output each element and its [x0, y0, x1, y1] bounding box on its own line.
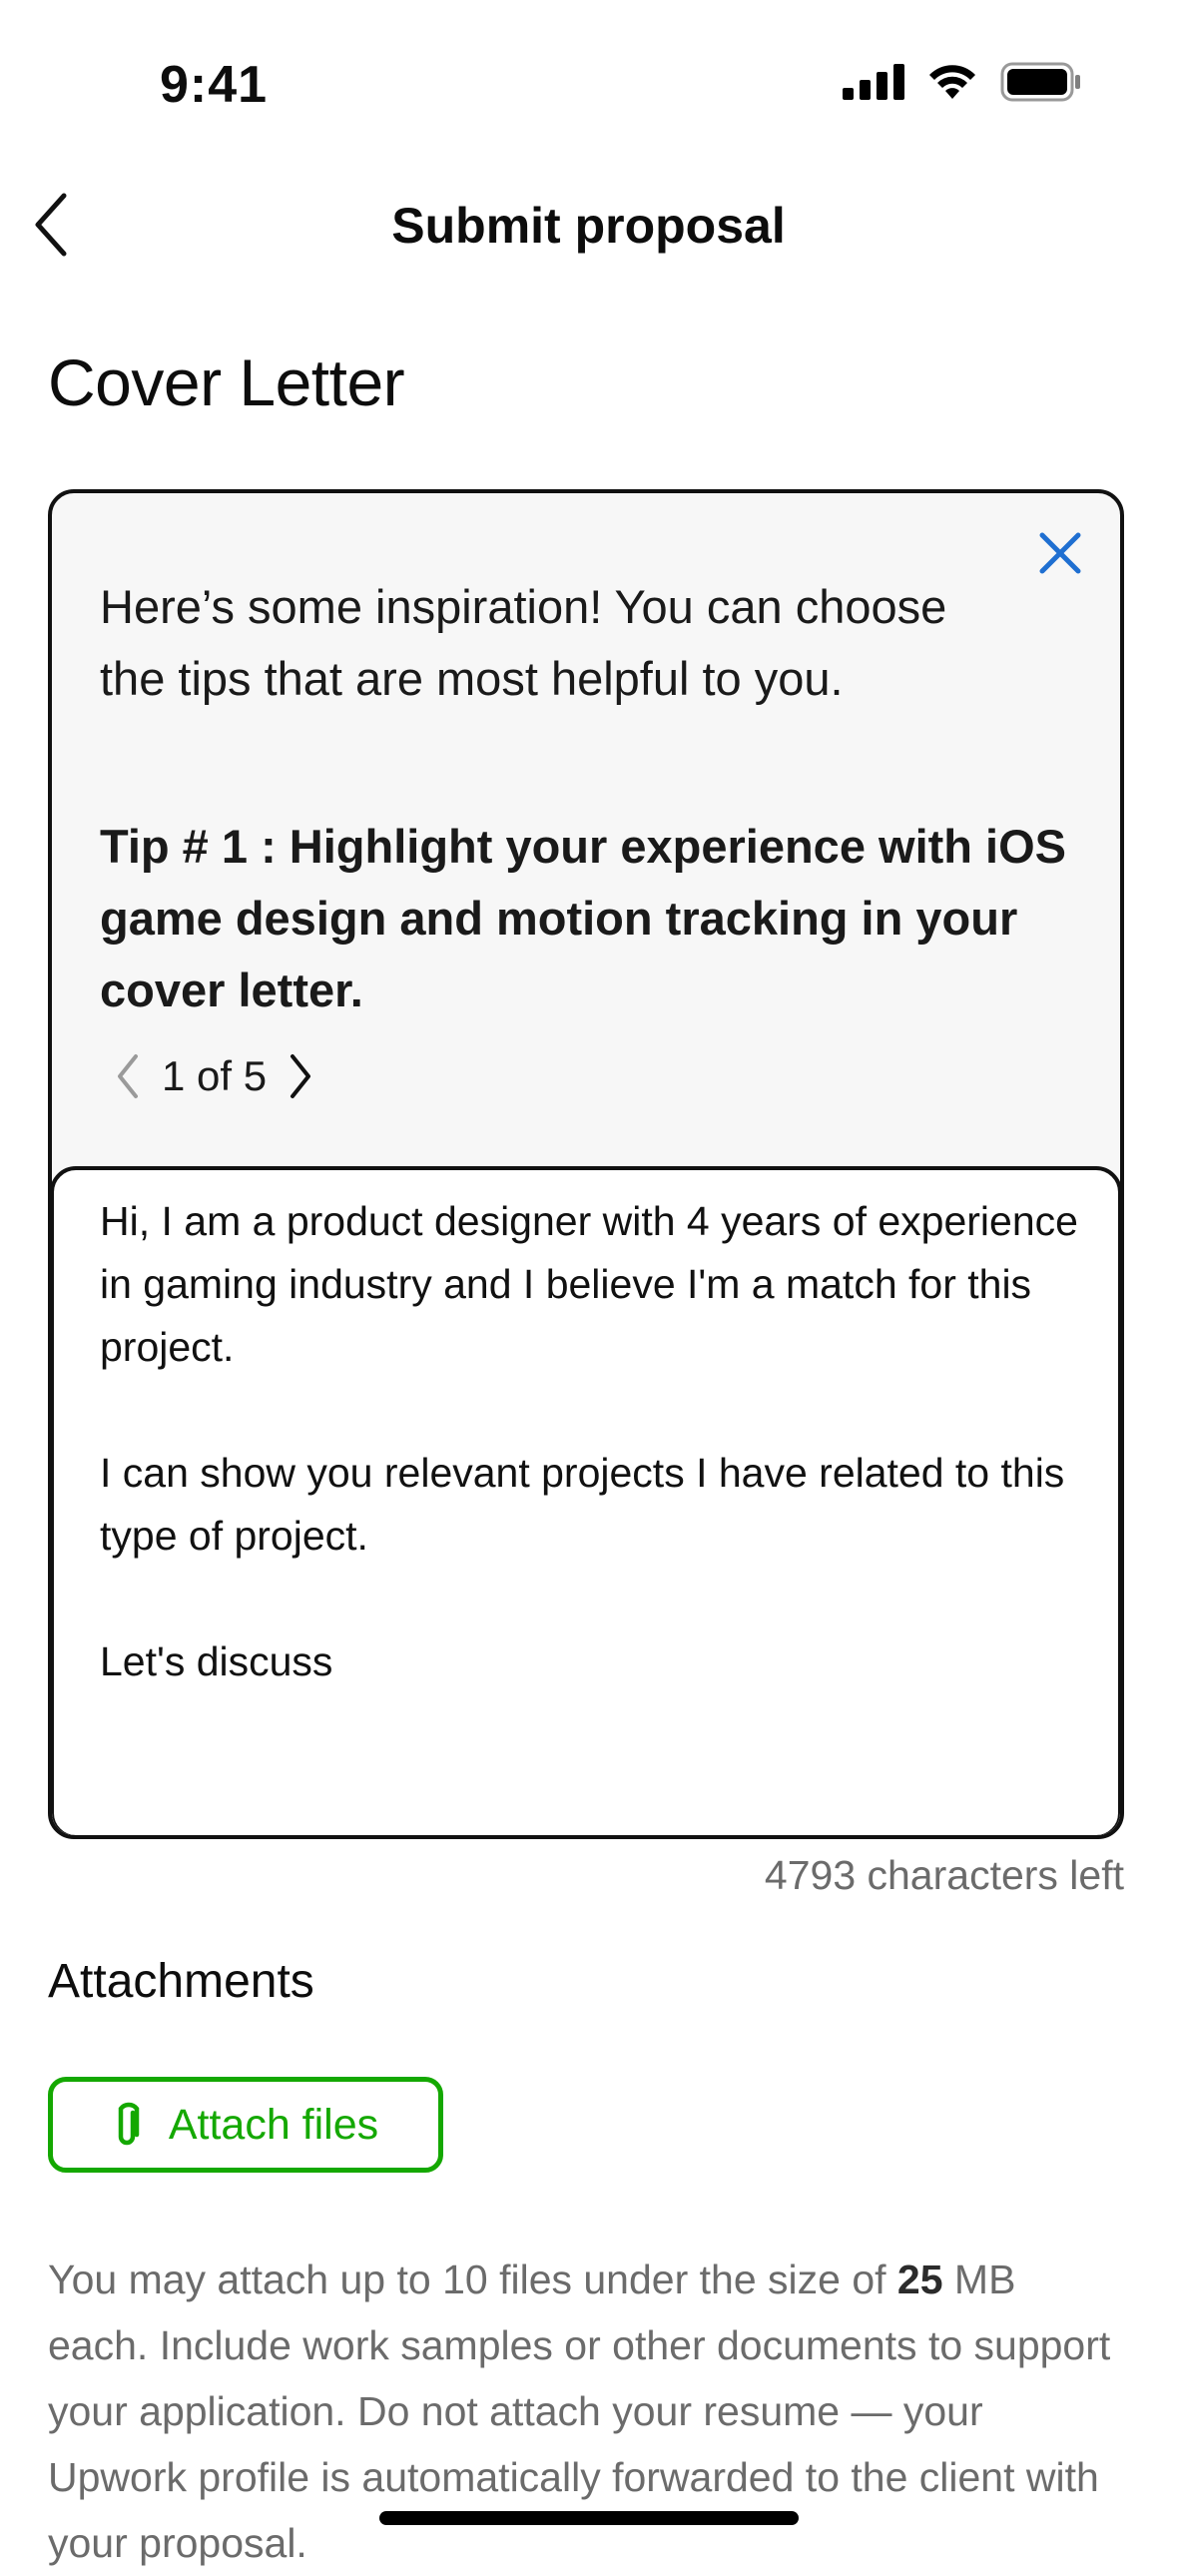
cover-letter-card: Here’s some inspiration! You can choose …	[48, 489, 1124, 1839]
status-icons	[843, 62, 1082, 102]
close-icon	[1039, 532, 1081, 574]
cover-letter-editor[interactable]: Hi, I am a product designer with 4 years…	[52, 1166, 1120, 1835]
tip-pager: 1 of 5	[114, 1052, 314, 1100]
cellular-signal-icon	[843, 64, 904, 100]
nav-title: Submit proposal	[391, 198, 786, 254]
tip-pager-label: 1 of 5	[162, 1052, 268, 1099]
paperclip-icon	[118, 2102, 140, 2146]
previous-tip-button[interactable]	[114, 1052, 142, 1100]
attachments-note: You may attach up to 10 files under the …	[48, 2247, 1126, 2576]
home-indicator	[379, 2511, 799, 2525]
wifi-icon	[929, 65, 975, 99]
attach-files-button[interactable]: Attach files	[48, 2077, 443, 2173]
page-title: Cover Letter	[48, 345, 405, 419]
close-tips-button[interactable]	[1034, 527, 1086, 579]
tips-intro: Here’s some inspiration! You can choose …	[100, 580, 947, 705]
next-tip-button[interactable]	[287, 1052, 314, 1100]
characters-left-counter: 4793 characters left	[764, 1852, 1124, 1898]
attachments-heading: Attachments	[48, 1955, 314, 2008]
status-time: 9:41	[160, 56, 269, 114]
battery-icon	[1000, 62, 1080, 102]
attachments-note-text: You may attach up to 10 files under the …	[48, 2256, 897, 2302]
attachments-note-size: 25	[896, 2256, 943, 2302]
tip-text: Tip # 1 : Highlight your experience with…	[100, 820, 1067, 1016]
attach-files-label: Attach files	[168, 2100, 379, 2149]
cover-letter-text[interactable]: Hi, I am a product designer with 4 years…	[100, 1190, 1088, 1693]
